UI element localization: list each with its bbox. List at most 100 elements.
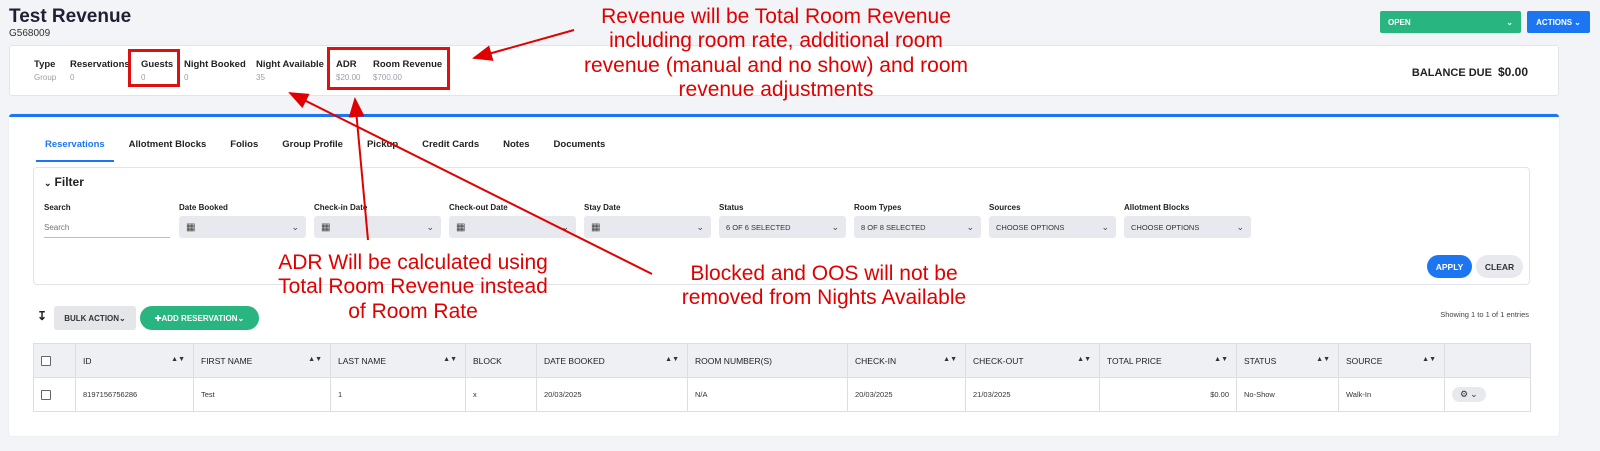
clear-button[interactable]: CLEAR xyxy=(1476,255,1523,278)
tab-credit-cards[interactable]: Credit Cards xyxy=(413,139,488,162)
cell-total-price: $0.00 xyxy=(1099,377,1237,412)
add-reservation-label: ADD RESERVATION xyxy=(161,313,238,323)
search-label: Search xyxy=(44,203,71,212)
tab-pickup[interactable]: Pickup xyxy=(358,139,407,162)
room-types-select[interactable]: 8 OF 8 SELECTED ⌄ xyxy=(854,216,981,238)
stat-value: Group xyxy=(34,73,57,82)
column-header-label: LAST NAME xyxy=(338,355,387,366)
status-select-value: 6 OF 6 SELECTED xyxy=(726,222,791,232)
cell-status: No-Show xyxy=(1236,377,1339,412)
sources-value: CHOOSE OPTIONS xyxy=(996,222,1065,232)
stat-value: 0 xyxy=(184,73,189,82)
select-all-checkbox[interactable] xyxy=(41,355,51,366)
tab-allotment-blocks[interactable]: Allotment Blocks xyxy=(120,139,216,162)
stat-label: Night Booked xyxy=(184,59,246,70)
chevron-down-icon: ⌄ xyxy=(119,313,126,323)
stat-night-available: Night Available 35 xyxy=(256,59,324,82)
column-header-check-in[interactable]: CHECK-IN ▲▼ xyxy=(847,343,966,378)
column-header-label: SOURCE xyxy=(1346,355,1383,366)
cell-date-booked: 20/03/2025 xyxy=(536,377,688,412)
chevron-down-icon: ⌄ xyxy=(44,178,52,188)
bulk-action-button[interactable]: BULK ACTION ⌄ xyxy=(54,306,136,330)
chevron-down-icon: ⌄ xyxy=(696,221,704,232)
column-header-date-booked[interactable]: DATE BOOKED ▲▼ xyxy=(536,343,688,378)
status-dropdown-button[interactable]: OPEN ⌄ xyxy=(1380,11,1521,33)
stat-night-booked: Night Booked 0 xyxy=(184,59,246,82)
filter-label-stay-date: Stay Date xyxy=(584,203,621,212)
date-booked-picker[interactable]: ▦ ⌄ xyxy=(179,216,306,238)
column-header-label: FIRST NAME xyxy=(201,355,253,366)
balance-label: BALANCE DUE xyxy=(1411,67,1492,79)
column-header-label: ID xyxy=(83,355,92,366)
chevron-down-icon: ⌄ xyxy=(1574,17,1581,27)
chevron-down-icon: ⌄ xyxy=(1236,221,1244,232)
sort-arrows-icon: ▲▼ xyxy=(171,356,185,363)
cell-actions: ⚙ ⌄ xyxy=(1444,377,1531,412)
cell-check-in: 20/03/2025 xyxy=(847,377,966,412)
column-header-check-out[interactable]: CHECK-OUT ▲▼ xyxy=(965,343,1100,378)
stat-value: 0 xyxy=(70,73,75,82)
filter-title: Filter xyxy=(54,175,84,189)
allotment-blocks-select[interactable]: CHOOSE OPTIONS ⌄ xyxy=(1124,216,1251,238)
column-header-label: DATE BOOKED xyxy=(544,355,605,366)
annotation-nights-available: Blocked and OOS will not be removed from… xyxy=(681,262,967,310)
tab-notes[interactable]: Notes xyxy=(494,139,538,162)
chevron-down-icon: ⌄ xyxy=(1506,17,1513,27)
check-in-picker[interactable]: ▦ ⌄ xyxy=(314,216,441,238)
balance-due: BALANCE DUE $0.00 xyxy=(1412,65,1528,79)
sort-arrows-icon: ▲▼ xyxy=(1077,356,1091,363)
status-dropdown-label: OPEN xyxy=(1388,17,1411,27)
sources-select[interactable]: CHOOSE OPTIONS ⌄ xyxy=(989,216,1116,238)
sort-icon[interactable]: ↧ xyxy=(37,309,47,323)
column-header-label: STATUS xyxy=(1244,355,1277,366)
add-reservation-button[interactable]: ✚ ADD RESERVATION ⌄ xyxy=(140,306,259,330)
column-header-id[interactable]: ID ▲▼ xyxy=(75,343,194,378)
sort-arrows-icon: ▲▼ xyxy=(1214,356,1228,363)
sort-arrows-icon: ▲▼ xyxy=(1316,356,1330,363)
column-header-label: CHECK-OUT xyxy=(973,355,1024,366)
chevron-down-icon: ⌄ xyxy=(831,221,839,232)
column-header-status[interactable]: STATUS ▲▼ xyxy=(1236,343,1339,378)
annotation-box-revenue xyxy=(327,47,450,90)
row-actions-button[interactable]: ⚙ ⌄ xyxy=(1452,387,1486,402)
cell-check-out: 21/03/2025 xyxy=(965,377,1100,412)
stay-date-picker[interactable]: ▦ ⌄ xyxy=(584,216,711,238)
reservations-table: ID ▲▼ FIRST NAME ▲▼ LAST NAME ▲▼ BLOCK DATE… xyxy=(33,343,1531,412)
column-header-total-price[interactable]: TOTAL PRICE ▲▼ xyxy=(1099,343,1237,378)
column-header-last-name[interactable]: LAST NAME ▲▼ xyxy=(330,343,466,378)
sort-arrows-icon: ▲▼ xyxy=(308,356,322,363)
table-header-row: ID ▲▼ FIRST NAME ▲▼ LAST NAME ▲▼ BLOCK DATE… xyxy=(33,343,1531,378)
chevron-down-icon: ⌄ xyxy=(966,221,974,232)
table-row: 8197156756286 Test 1 x 20/03/2025 N/A 20… xyxy=(33,377,1531,412)
status-select[interactable]: 6 OF 6 SELECTED ⌄ xyxy=(719,216,846,238)
calendar-icon: ▦ xyxy=(186,221,196,233)
column-header-source[interactable]: SOURCE ▲▼ xyxy=(1338,343,1445,378)
plus-icon: ✚ xyxy=(154,313,162,323)
column-header-label: ROOM NUMBER(S) xyxy=(695,355,772,366)
reservation-id-link[interactable]: 8197156756286 xyxy=(75,377,194,412)
tab-documents[interactable]: Documents xyxy=(545,139,615,162)
stat-label: Type xyxy=(34,59,56,70)
actions-button[interactable]: ACTIONS ⌄ xyxy=(1527,11,1590,33)
tab-group-profile[interactable]: Group Profile xyxy=(273,139,352,162)
filter-toggle[interactable]: ⌄ Filter xyxy=(44,175,84,189)
chevron-down-icon: ⌄ xyxy=(291,221,299,232)
chevron-down-icon: ⌄ xyxy=(1470,389,1478,399)
cell-room-numbers: N/A xyxy=(687,377,848,412)
allotment-blocks-value: CHOOSE OPTIONS xyxy=(1131,222,1200,232)
stat-type: Type Group xyxy=(34,59,56,82)
actions-label: ACTIONS xyxy=(1536,17,1573,27)
apply-button[interactable]: APPLY xyxy=(1427,255,1472,278)
check-out-picker[interactable]: ▦ ⌄ xyxy=(449,216,576,238)
tab-folios[interactable]: Folios xyxy=(221,139,267,162)
column-header-first-name[interactable]: FIRST NAME ▲▼ xyxy=(193,343,331,378)
filter-label-status: Status xyxy=(719,203,744,212)
filter-label-check-out: Check-out Date xyxy=(449,203,508,212)
tab-reservations[interactable]: Reservations xyxy=(36,139,114,162)
search-input[interactable] xyxy=(44,218,170,238)
row-checkbox[interactable] xyxy=(41,389,51,400)
group-code: G568009 xyxy=(9,28,51,39)
stat-label: Night Available xyxy=(256,59,324,70)
annotation-adr: ADR Will be calculated using Total Room … xyxy=(278,251,548,323)
annotation-box-guests xyxy=(128,49,180,87)
